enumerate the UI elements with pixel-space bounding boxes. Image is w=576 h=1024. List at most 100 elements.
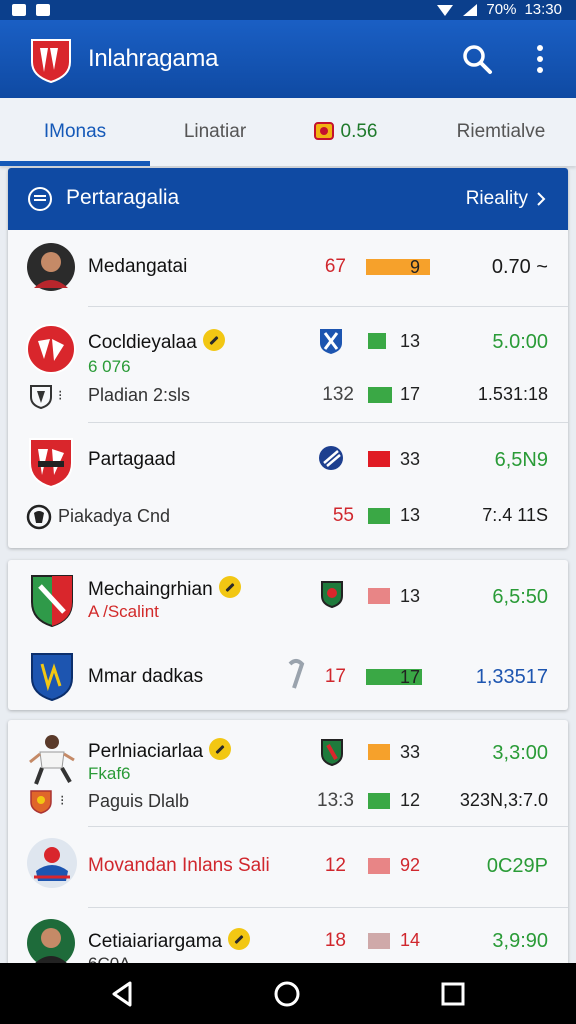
bar-value: 12 bbox=[400, 790, 421, 810]
list-item[interactable]: Cocldieyalaa 6 076 13 5.0:00 ⁝ Pladian 2… bbox=[8, 307, 568, 422]
opponent-crest-icon bbox=[320, 329, 342, 354]
item-secondary-name: Paguis Dlalb bbox=[88, 791, 190, 811]
stat-bar bbox=[366, 259, 430, 275]
club-shield-icon bbox=[30, 790, 52, 814]
back-icon[interactable] bbox=[108, 979, 138, 1009]
tab-monas[interactable]: IMonas bbox=[0, 98, 150, 166]
team-crest-icon bbox=[31, 653, 73, 702]
club-shield-icon bbox=[30, 385, 52, 409]
item-count: 12 bbox=[324, 855, 346, 876]
item-value: 5.0:00 bbox=[492, 331, 548, 353]
stat-bar bbox=[368, 933, 390, 949]
tab-score[interactable]: 0.56 bbox=[290, 98, 400, 166]
section-title: Pertaragalia bbox=[66, 186, 180, 209]
list-item[interactable]: Partagaad 33 6,5N9 Piakadya Cnd 55 13 7:… bbox=[8, 423, 568, 548]
item-value: 0.70 ~ bbox=[491, 256, 548, 278]
stat-bar bbox=[368, 508, 390, 524]
opponent-crest-icon bbox=[321, 581, 343, 608]
system-nav-bar bbox=[0, 963, 576, 1024]
team-crest-icon bbox=[31, 575, 73, 628]
item-name: Cetiaiariargama bbox=[88, 928, 251, 953]
card-standings-3: Perlniaciarlaa Fkaf6 33 3,3:00 ⁝ Paguis … bbox=[8, 720, 568, 970]
app-logo-icon[interactable] bbox=[28, 36, 74, 84]
item-secondary-value: 7:.4 11S bbox=[482, 505, 548, 525]
player-figure-icon bbox=[29, 735, 75, 785]
sort-icon bbox=[288, 659, 305, 689]
stat-bar bbox=[368, 793, 390, 809]
item-subtitle: A /Scalint bbox=[88, 602, 159, 621]
item-value: 0C29P bbox=[486, 855, 548, 877]
item-count: 67 bbox=[324, 256, 346, 277]
club-badge-icon bbox=[26, 504, 52, 530]
list-item[interactable]: Cetiaiariargama 6C0A 18 14 3,9:90 bbox=[8, 908, 568, 970]
player-avatar bbox=[27, 243, 75, 291]
bar-value: 9 bbox=[410, 257, 421, 277]
item-value: 3,3:00 bbox=[492, 742, 548, 764]
bar-value: 17 bbox=[400, 384, 421, 404]
home-icon[interactable] bbox=[272, 979, 302, 1009]
verified-badge-icon bbox=[218, 576, 241, 598]
bar-value: 92 bbox=[400, 855, 421, 875]
item-name: Partagaad bbox=[88, 449, 176, 470]
stat-bar bbox=[368, 451, 390, 467]
bar-value: 17 bbox=[400, 667, 421, 687]
team-crest-icon bbox=[26, 324, 76, 374]
item-secondary-count: 132 bbox=[322, 384, 354, 405]
item-count: 17 bbox=[324, 666, 346, 687]
stat-bar bbox=[368, 588, 390, 604]
stat-bar bbox=[368, 744, 390, 760]
bar-value: 33 bbox=[400, 742, 421, 762]
app-bar: Inlahragama bbox=[0, 20, 576, 98]
verified-badge-icon bbox=[209, 738, 232, 760]
item-name: Movandan Inlans Sali bbox=[88, 855, 270, 876]
search-icon[interactable] bbox=[460, 42, 494, 76]
team-crest-icon bbox=[29, 438, 73, 489]
item-secondary-count: 55 bbox=[332, 505, 354, 526]
list-item[interactable]: Mmar dadkas 17 17 1,33517 bbox=[8, 642, 568, 710]
list-item[interactable]: Perlniaciarlaa Fkaf6 33 3,3:00 ⁝ Paguis … bbox=[8, 720, 568, 826]
item-name: Mmar dadkas bbox=[88, 666, 204, 687]
tab-bar: IMonas Linatiar 0.56 Riemtialve bbox=[0, 98, 576, 166]
status-bar: 70% 13:30 bbox=[0, 0, 576, 20]
sd-card-icon bbox=[36, 4, 50, 16]
item-name: Medangatai bbox=[88, 256, 188, 277]
card-standings-1: Pertaragalia Rieality Medangatai 67 9 0.… bbox=[8, 168, 568, 548]
tab-linatiar[interactable]: Linatiar bbox=[150, 98, 280, 166]
bar-value: 14 bbox=[400, 930, 421, 950]
list-icon bbox=[28, 187, 52, 211]
verified-badge-icon bbox=[202, 329, 225, 351]
section-link[interactable]: Rieality bbox=[466, 188, 546, 210]
tab-riemtialve[interactable]: Riemtialve bbox=[436, 98, 566, 166]
list-item[interactable]: Mechaingrhian A /Scalint 13 6,5:50 bbox=[8, 560, 568, 632]
bar-value: 13 bbox=[400, 505, 421, 525]
item-subtitle: Fkaf6 bbox=[88, 764, 131, 783]
card-standings-2: Mechaingrhian A /Scalint 13 6,5:50 Mmar … bbox=[8, 560, 568, 710]
notification-icon bbox=[12, 4, 26, 16]
section-header: Pertaragalia Rieality bbox=[8, 168, 568, 230]
stat-bar bbox=[368, 858, 390, 874]
app-title: Inlahragama bbox=[88, 45, 219, 72]
item-value: 1,33517 bbox=[475, 666, 548, 688]
item-value: 6,5:50 bbox=[492, 586, 548, 608]
item-secondary-value: 323N,3:7.0 bbox=[459, 790, 548, 810]
opponent-crest-icon bbox=[319, 446, 343, 470]
verified-badge-icon bbox=[228, 928, 251, 950]
item-value: 3,9:90 bbox=[492, 930, 548, 952]
list-item[interactable]: Medangatai 67 9 0.70 ~ bbox=[8, 230, 568, 306]
player-action-icon bbox=[27, 838, 77, 888]
stat-bar bbox=[368, 387, 392, 403]
recents-icon[interactable] bbox=[438, 979, 468, 1009]
item-count: 18 bbox=[324, 930, 346, 951]
item-name: Perlniaciarlaa bbox=[88, 738, 232, 763]
bar-value: 33 bbox=[400, 449, 421, 469]
item-secondary-value: 1.531:18 bbox=[477, 384, 548, 404]
list-item[interactable]: Movandan Inlans Sali 12 92 0C29P bbox=[8, 827, 568, 907]
item-name: Mechaingrhian bbox=[88, 576, 241, 601]
item-secondary-count: 13:3 bbox=[317, 790, 354, 811]
trophy-icon bbox=[313, 121, 334, 140]
battery-text: 70% bbox=[486, 1, 517, 18]
more-options-icon[interactable] bbox=[528, 42, 552, 76]
item-name: Cocldieyalaa bbox=[88, 329, 225, 354]
bar-value: 13 bbox=[400, 586, 421, 606]
tab-active-indicator bbox=[0, 161, 150, 166]
